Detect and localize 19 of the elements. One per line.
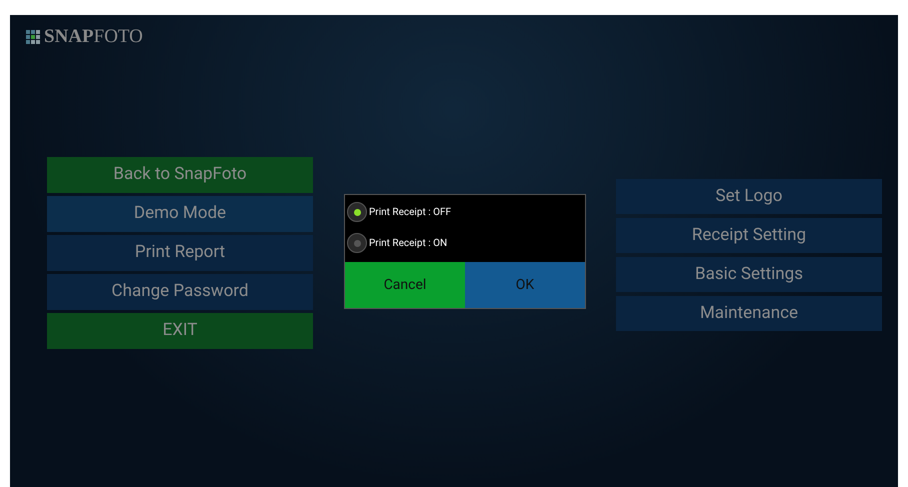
radio-button[interactable] [347,233,367,253]
cancel-button[interactable]: Cancel [345,262,465,308]
menu-button[interactable]: Maintenance [616,296,882,331]
menu-button[interactable]: Change Password [47,274,313,310]
menu-button[interactable]: Basic Settings [616,257,882,292]
radio-option[interactable]: Print Receipt : OFF [347,202,452,222]
menu-button[interactable]: Print Report [47,235,313,271]
radio-option[interactable]: Print Receipt : ON [347,233,448,253]
ok-button[interactable]: OK [465,262,585,308]
menu-button[interactable]: Set Logo [616,179,882,214]
grid-logo-icon [26,30,40,44]
menu-button[interactable]: Demo Mode [47,196,313,232]
radio-button[interactable] [347,202,367,222]
option-label: Print Receipt : OFF [369,206,452,220]
logo-text: SNAPFOTO [44,27,143,46]
menu-button[interactable]: Back to SnapFoto [47,157,313,193]
option-label: Print Receipt : ON [369,236,448,250]
menu-button[interactable]: EXIT [47,313,313,349]
menu-button[interactable]: Receipt Setting [616,218,882,253]
